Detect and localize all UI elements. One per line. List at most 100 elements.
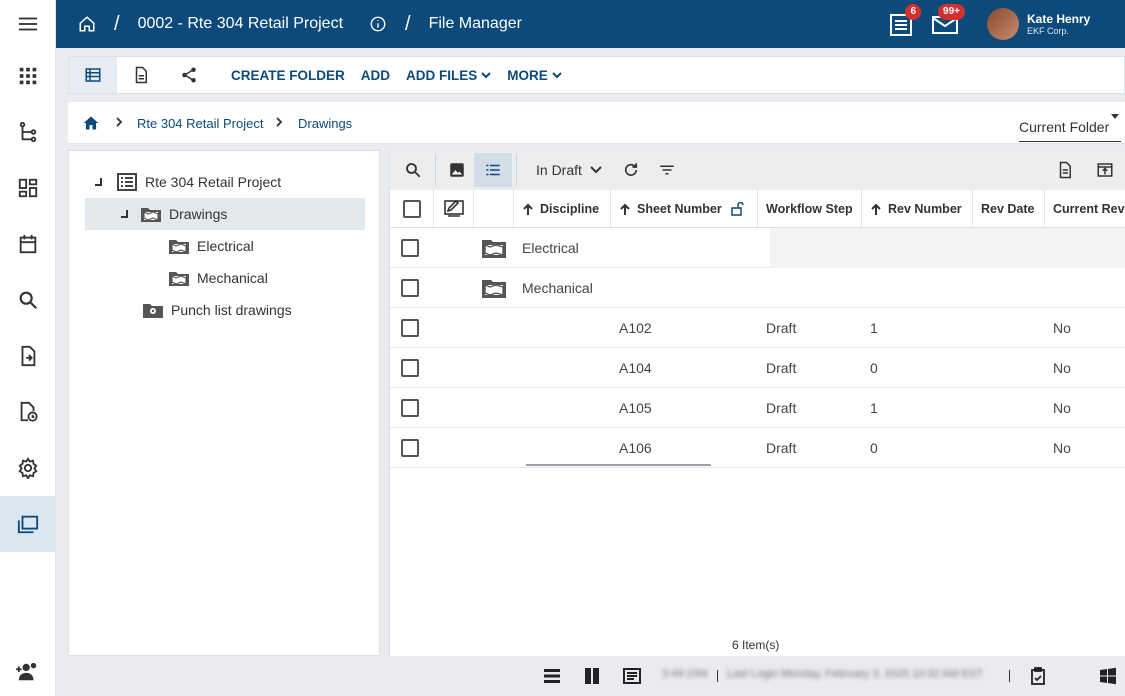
folder-name[interactable]: Mechanical	[522, 268, 593, 308]
menu-icon[interactable]	[0, 0, 56, 48]
status-filter-select[interactable]: In Draft	[536, 150, 602, 190]
create-folder-button[interactable]: CREATE FOLDER	[231, 68, 345, 83]
folder-row[interactable]: Mechanical	[390, 268, 1125, 308]
document-icon[interactable]	[0, 332, 56, 380]
markup-icon	[443, 200, 464, 217]
workflow-icon[interactable]	[0, 108, 56, 156]
calendar-icon[interactable]	[0, 220, 56, 268]
table-view-button[interactable]	[69, 57, 117, 93]
add-files-button[interactable]: ADD FILES	[406, 68, 491, 83]
tree-label: Electrical	[197, 238, 254, 254]
table-row[interactable]: A104 Draft 0 No	[390, 348, 1125, 388]
top-bar: / 0002 - Rte 304 Retail Project / File M…	[56, 0, 1125, 48]
row-checkbox[interactable]	[401, 359, 419, 377]
chevron-down-icon	[590, 166, 602, 174]
settings-icon[interactable]	[0, 444, 56, 492]
breadcrumb-item-drawings[interactable]: Drawings	[298, 102, 352, 144]
breadcrumb-item-project[interactable]: Rte 304 Retail Project	[137, 102, 263, 144]
table-row[interactable]: A106 Draft 0 No	[390, 428, 1125, 468]
tree-item-punch-list[interactable]: Punch list drawings	[143, 294, 292, 326]
tree-item-electrical[interactable]: Electrical	[169, 230, 254, 262]
folders-icon[interactable]	[0, 496, 56, 552]
grid-search-button[interactable]	[394, 153, 432, 187]
list-view-button[interactable]	[474, 153, 512, 187]
share-button[interactable]	[165, 57, 213, 93]
location-folder-icon	[143, 304, 163, 318]
drawings-folder-icon	[482, 240, 506, 258]
file-grid: In Draft Discipline Sheet Number Workflo…	[389, 150, 1125, 656]
row-checkbox[interactable]	[401, 439, 419, 457]
tree-item-mechanical[interactable]: Mechanical	[169, 262, 268, 294]
project-title[interactable]: 0002 - Rte 304 Retail Project	[138, 15, 343, 33]
more-button[interactable]: MORE	[507, 68, 562, 83]
open-button[interactable]	[1086, 153, 1124, 187]
windows-icon[interactable]	[1099, 667, 1117, 685]
tree-item-drawings[interactable]: Drawings	[85, 198, 365, 230]
scope-select[interactable]: Current Folder	[1019, 112, 1121, 142]
table-row[interactable]: A102 Draft 1 No	[390, 308, 1125, 348]
add-user-icon[interactable]	[0, 648, 56, 696]
thumbnail-view-button[interactable]	[438, 153, 476, 187]
apps-icon[interactable]	[0, 52, 56, 100]
column-rev-number[interactable]: Rev Number	[862, 190, 973, 228]
detail-layout-icon[interactable]	[623, 667, 641, 685]
table-row[interactable]: A105 Draft 1 No	[390, 388, 1125, 428]
avatar[interactable]	[987, 8, 1019, 40]
row-checkbox[interactable]	[401, 239, 419, 257]
folder-row[interactable]: Electrical	[390, 228, 1125, 268]
sheet-number-cell[interactable]: A105	[619, 388, 652, 428]
home-icon[interactable]	[78, 15, 96, 33]
column-current-rev[interactable]: Current Rev	[1045, 190, 1125, 228]
user-menu[interactable]: Kate Henry EKF Corp.	[1027, 12, 1125, 36]
refresh-button[interactable]	[612, 153, 650, 187]
column-discipline[interactable]: Discipline	[514, 190, 611, 228]
open-in-new-icon	[1097, 163, 1113, 177]
column-label: Discipline	[540, 202, 600, 216]
export-button[interactable]	[1046, 153, 1084, 187]
unlock-icon[interactable]	[730, 202, 744, 216]
column-sheet-number[interactable]: Sheet Number	[611, 190, 758, 228]
sheet-number-cell[interactable]: A102	[619, 308, 652, 348]
user-name: Kate Henry	[1027, 12, 1091, 26]
tasks-badge: 6	[905, 4, 921, 20]
type-column-header[interactable]	[474, 190, 514, 228]
column-rev-date[interactable]: Rev Date	[973, 190, 1045, 228]
breadcrumb-separator: /	[114, 12, 120, 35]
add-button[interactable]: ADD	[361, 68, 390, 83]
list-layout-icon[interactable]	[543, 667, 561, 685]
current-rev-cell: No	[1053, 400, 1071, 416]
column-workflow-step[interactable]: Workflow Step	[758, 190, 862, 228]
status-bar: 3:49:15M Last Login Monday, February 3, …	[56, 656, 1125, 696]
mail-button[interactable]: 99+	[931, 4, 965, 38]
row-checkbox[interactable]	[401, 319, 419, 337]
workflow-step-cell: Draft	[766, 320, 797, 336]
collapse-icon[interactable]	[93, 177, 103, 187]
action-toolbar: CREATE FOLDER ADD ADD FILES MORE	[68, 56, 1125, 94]
row-checkbox[interactable]	[401, 279, 419, 297]
dashboard-icon[interactable]	[0, 164, 56, 212]
last-login-text: Last Login Monday, February 3, 2025 10:3…	[727, 668, 984, 680]
split-layout-icon[interactable]	[583, 667, 601, 685]
tasks-button[interactable]: 6	[887, 4, 921, 38]
breadcrumb-separator: /	[405, 12, 411, 35]
breadcrumb: Rte 304 Retail Project Drawings Current …	[68, 102, 1125, 144]
document-view-button[interactable]	[117, 57, 165, 93]
current-rev-cell: No	[1053, 440, 1071, 456]
filter-button[interactable]	[648, 153, 686, 187]
clipboard-icon[interactable]	[1029, 667, 1047, 685]
info-icon[interactable]	[369, 15, 387, 33]
select-all-checkbox[interactable]	[402, 200, 421, 218]
folder-name[interactable]: Electrical	[522, 228, 579, 268]
home-icon[interactable]	[82, 115, 100, 131]
add-files-label: ADD FILES	[406, 67, 478, 83]
row-checkbox[interactable]	[401, 399, 419, 417]
sheet-number-cell[interactable]: A106	[619, 428, 652, 468]
current-rev-cell: No	[1053, 360, 1071, 376]
sheet-number-cell[interactable]: A104	[619, 348, 652, 388]
search-icon[interactable]	[0, 276, 56, 324]
project-icon	[117, 173, 137, 191]
collapse-icon[interactable]	[119, 209, 129, 219]
tree-item-root[interactable]: Rte 304 Retail Project	[93, 166, 281, 198]
markup-column-header[interactable]	[434, 190, 474, 228]
history-icon[interactable]	[0, 388, 56, 436]
